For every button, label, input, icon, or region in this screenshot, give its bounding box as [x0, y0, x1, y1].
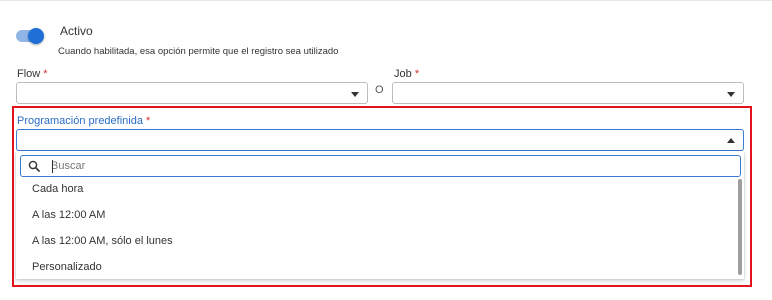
flow-select[interactable] [16, 82, 368, 104]
flow-label: Flow * [17, 68, 48, 80]
flow-required-mark: * [43, 68, 48, 80]
or-separator: O [375, 84, 384, 96]
job-select[interactable] [392, 82, 744, 104]
schedule-label-text: Programación predefinida [17, 115, 143, 127]
active-toggle[interactable] [16, 28, 46, 44]
job-label-text: Job [394, 68, 412, 80]
search-icon [28, 160, 40, 172]
search-field[interactable] [20, 155, 741, 177]
chevron-up-icon [727, 138, 735, 143]
flow-label-text: Flow [17, 68, 41, 80]
schedule-dropdown: Cada hora A las 12:00 AM A las 12:00 AM,… [16, 151, 744, 279]
top-divider [0, 0, 772, 1]
schedule-required-mark: * [146, 115, 151, 127]
option-12am[interactable]: A las 12:00 AM [16, 202, 734, 228]
option-12am-lunes[interactable]: A las 12:00 AM, sólo el lunes [16, 228, 734, 254]
job-label: Job * [394, 68, 419, 80]
chevron-down-icon [351, 92, 359, 97]
dropdown-scrollbar[interactable] [738, 179, 742, 275]
scrollbar-thumb[interactable] [738, 179, 742, 275]
search-input[interactable] [51, 158, 731, 174]
job-required-mark: * [414, 68, 420, 80]
option-cada-hora[interactable]: Cada hora [16, 176, 734, 202]
active-helper-text: Cuando habilitada, esa opción permite qu… [58, 46, 339, 57]
schedule-label: Programación predefinida * [17, 115, 150, 127]
toggle-knob [28, 28, 44, 44]
chevron-down-icon [727, 92, 735, 97]
text-cursor [52, 160, 53, 173]
active-label: Activo [60, 24, 93, 38]
schedule-select[interactable] [16, 129, 744, 151]
option-personalizado[interactable]: Personalizado [16, 254, 734, 280]
